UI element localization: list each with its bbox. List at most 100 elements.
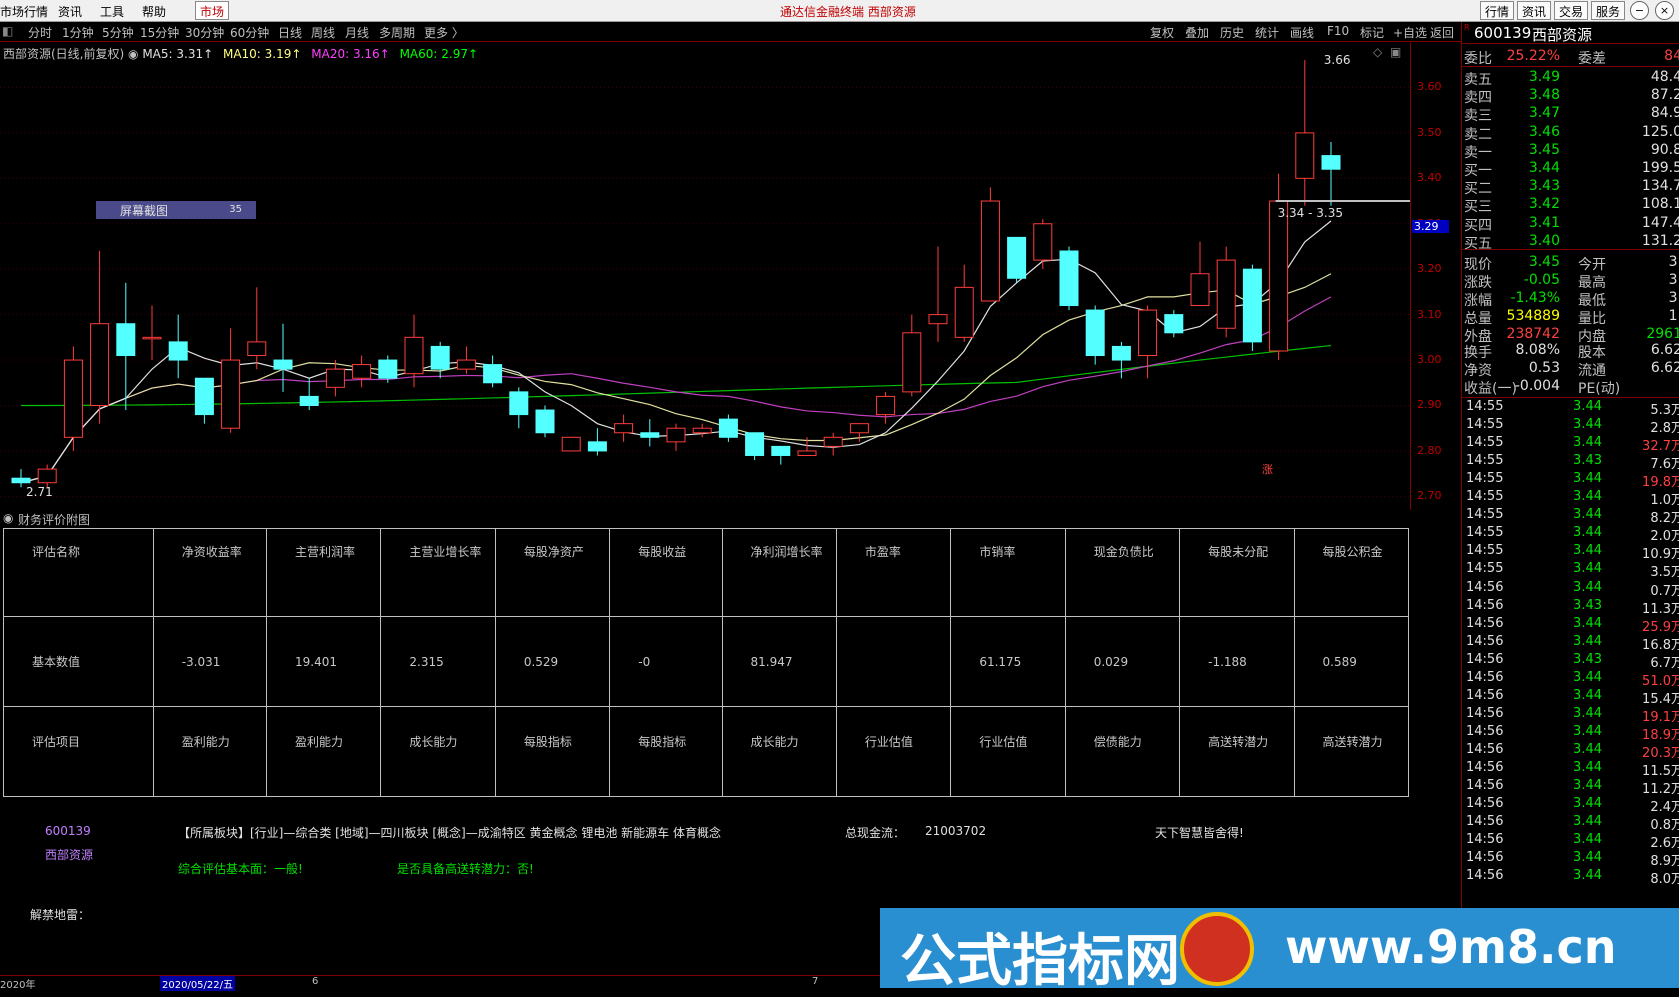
buy-level[interactable]: 买二 3.43 134.7 [1462, 178, 1679, 197]
market-button[interactable]: 市场 [195, 1, 230, 20]
buy-level[interactable]: 买四 3.41 147.4 [1462, 214, 1679, 234]
ma20-line [20, 296, 1332, 484]
tool-f10[interactable]: F10 [1327, 24, 1349, 38]
period-month[interactable]: 月线 [345, 24, 369, 41]
period-15min[interactable]: 15分钟 [140, 24, 179, 41]
tick-volume: 10.9万 [1642, 547, 1679, 563]
quote-panel: R 600139 西部资源 委比 25.22% 委差 84 卖五 3.49 48.4… [1461, 22, 1679, 988]
tick-time: 14:56 [1466, 579, 1504, 595]
quote-value: 3. [1668, 272, 1679, 288]
menu-market[interactable]: 市场行情 [0, 3, 48, 20]
tool-stats[interactable]: 统计 [1255, 24, 1279, 41]
sell-level[interactable]: 卖三 3.47 84.9 [1462, 105, 1679, 124]
candle-up [1269, 200, 1289, 352]
window-title: 通达信金融终端 西部资源 [780, 5, 916, 19]
tool-fuquan[interactable]: 复权 [1150, 24, 1174, 41]
tick-list[interactable]: 14:55 3.44 5.3万 14:55 3.44 2.8万 14:55 3.44 32.7万… [1462, 399, 1679, 899]
period-30min[interactable]: 30分钟 [185, 24, 224, 41]
period-week[interactable]: 周线 [311, 24, 335, 41]
tick-time: 14:55 [1466, 471, 1504, 487]
kline-chart[interactable]: 西部资源(日线,前复权) ◉ MA5: 3.31↑ MA10: 3.19↑ MA… [0, 42, 1410, 510]
tick-price: 3.44 [1573, 471, 1602, 487]
tick-volume: 25.9万 [1642, 619, 1679, 635]
menu-news[interactable]: 资讯 [58, 3, 82, 20]
close-icon[interactable]: × [1655, 1, 1674, 20]
candle-up [1295, 132, 1315, 179]
quote-stats-2: 换手 8.08% 股本 6.62 净资 0.53 流通 6.62 收益(一) -0.004 PE(动… [1462, 342, 1679, 398]
level-volume: 134.7 [1641, 178, 1679, 195]
tick-price: 3.44 [1573, 814, 1602, 830]
tick-price: 3.44 [1573, 417, 1602, 433]
quote-value: 6.62 [1650, 360, 1679, 376]
service-button[interactable]: 服务 [1591, 1, 1626, 20]
candle-up [797, 450, 817, 456]
sell-level[interactable]: 卖五 3.49 48.4 [1462, 69, 1679, 88]
tick-volume: 0.8万 [1650, 818, 1679, 834]
quote-button[interactable]: 行情 [1480, 1, 1515, 20]
fin-header-cell: 市盈率 [835, 528, 952, 617]
tick-row: 14:56 3.43 11.3万 [1462, 597, 1679, 617]
buy-level[interactable]: 买一 3.44 199.5 [1462, 160, 1679, 179]
collapse-icon[interactable]: ◉ [3, 511, 13, 525]
tool-mark[interactable]: 标记 [1360, 24, 1384, 41]
fin-value-cell [835, 616, 952, 707]
candle-up [352, 364, 372, 379]
sell-level[interactable]: 卖一 3.45 90.8 [1462, 142, 1679, 161]
tick-row: 14:56 3.44 15.4万 [1462, 687, 1679, 707]
menu-help[interactable]: 帮助 [142, 3, 166, 20]
sell-level[interactable]: 卖四 3.48 87.2 [1462, 87, 1679, 106]
quote-code: 600139 [1474, 24, 1532, 42]
candle-up [980, 200, 1000, 302]
period-5min[interactable]: 5分钟 [102, 24, 134, 41]
tick-row: 14:56 3.44 11.2万 [1462, 778, 1679, 797]
candle-up [849, 423, 869, 434]
tick-time: 14:56 [1466, 705, 1504, 721]
tick-volume: 2.0万 [1650, 529, 1679, 545]
tick-volume: 8.0万 [1650, 872, 1679, 888]
menu-tools[interactable]: 工具 [100, 3, 124, 20]
period-60min[interactable]: 60分钟 [230, 24, 269, 41]
tool-add-favorite[interactable]: +自选 [1393, 24, 1427, 41]
period-multi[interactable]: 多周期 [379, 24, 415, 41]
tick-price: 3.44 [1573, 399, 1602, 414]
news-button[interactable]: 资讯 [1517, 1, 1552, 20]
tick-time: 14:55 [1466, 525, 1504, 541]
tick-price: 3.44 [1573, 760, 1602, 775]
sell-level[interactable]: 卖二 3.46 125.0 [1462, 123, 1679, 143]
subchart-title: 财务评价附图 [18, 513, 91, 527]
tool-draw[interactable]: 画线 [1290, 24, 1314, 41]
period-day[interactable]: 日线 [278, 24, 302, 41]
price-axis: 3.603.503.403.303.203.103.002.902.802.70… [1410, 42, 1461, 510]
tool-diejia[interactable]: 叠加 [1185, 24, 1209, 41]
tool-back[interactable]: 返回 [1430, 24, 1454, 41]
tick-row: 14:56 3.44 51.0万 [1462, 670, 1679, 689]
level-price: 3.41 [1528, 214, 1560, 231]
tick-time: 14:56 [1466, 597, 1504, 613]
watermark-banner: 公式指标网 www.9m8.cn [880, 908, 1679, 994]
quote-row: 总量534889量比1. [1462, 308, 1679, 327]
axis-cursor-date: 2020/05/22/五 [160, 976, 236, 991]
fin-value-cell: 0.589 [1293, 616, 1410, 707]
axis-month-7: 7 [812, 976, 819, 987]
buy-level[interactable]: 买三 3.42 108.1 [1462, 196, 1679, 215]
level-price: 3.46 [1528, 123, 1560, 140]
candle-down [483, 364, 503, 384]
tick-price: 3.44 [1573, 687, 1602, 703]
period-fenshi[interactable]: 分时 [28, 24, 52, 41]
fin-item-cell: 高送转潜力 [1293, 706, 1410, 797]
candle-up [692, 427, 712, 434]
tick-time: 14:56 [1466, 633, 1504, 649]
panel-icon[interactable]: ◧ [2, 24, 13, 38]
tick-price: 3.44 [1573, 489, 1602, 505]
period-1min[interactable]: 1分钟 [62, 24, 94, 41]
tick-price: 3.44 [1573, 543, 1602, 559]
tool-history[interactable]: 历史 [1220, 24, 1244, 41]
trade-button[interactable]: 交易 [1554, 1, 1589, 20]
candle-up [221, 359, 241, 429]
buy-level[interactable]: 买五 3.40 131.2 [1462, 233, 1679, 252]
candle-up [614, 423, 634, 434]
minimize-icon[interactable]: − [1630, 1, 1649, 20]
candle-down [1059, 250, 1079, 307]
period-more[interactable]: 更多 〉 [424, 24, 464, 41]
fin-header-cell: 主营业增长率 [380, 528, 496, 617]
